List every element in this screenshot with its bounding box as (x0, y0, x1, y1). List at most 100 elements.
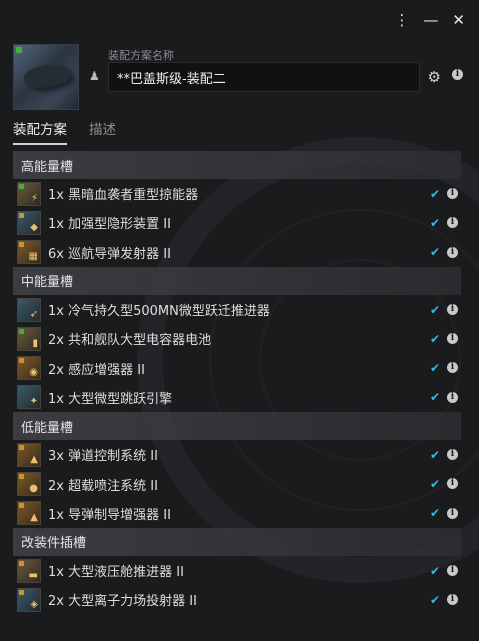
module-label: 1x 大型微型跳跃引擎 (48, 391, 173, 407)
module-icon: ▲ (17, 442, 41, 467)
fitting-name-label: 装配方案名称 (108, 49, 174, 62)
module-label: 1x 加强型隐形装置 II (48, 217, 171, 233)
info-icon[interactable]: i (447, 362, 458, 374)
tech-badge (19, 212, 24, 218)
tech-badge (19, 444, 24, 450)
module-row[interactable]: ● 2x 超载喷注系统 II ✔ i (13, 469, 461, 498)
module-icon: ➶ (17, 297, 41, 322)
module-glyph: ◉ (29, 367, 38, 379)
tech-badge (19, 503, 24, 509)
module-glyph: ▮ (32, 337, 38, 349)
check-icon: ✔ (429, 447, 440, 462)
info-icon[interactable]: i (452, 69, 463, 80)
check-icon: ✔ (429, 331, 440, 346)
module-row[interactable]: ⚡ 1x 黑暗血袭者重型掠能器 ✔ i (13, 179, 461, 208)
module-icon: ⚡ (17, 181, 41, 206)
info-icon[interactable]: i (447, 217, 458, 229)
module-row[interactable]: ➶ 1x 冷气持久型500MN微型跃迁推进器 ✔ i (13, 295, 461, 324)
module-label: 2x 大型离子力场投射器 II (48, 594, 197, 610)
info-icon[interactable]: i (447, 391, 458, 403)
gear-icon[interactable]: ⚙ (428, 68, 441, 86)
module-glyph: ▲ (30, 453, 38, 465)
module-glyph: ▲ (30, 512, 38, 524)
tech-badge (19, 183, 24, 189)
module-glyph: ✦ (29, 396, 38, 408)
module-label: 1x 黑暗血袭者重型掠能器 (48, 188, 199, 204)
module-row[interactable]: ▲ 1x 导弹制导增强器 II ✔ i (13, 499, 461, 528)
check-icon: ✔ (429, 215, 440, 230)
info-icon[interactable]: i (447, 478, 458, 490)
tech-badge (19, 589, 24, 595)
module-label: 1x 大型液压舱推进器 II (48, 565, 184, 581)
check-icon: ✔ (429, 186, 440, 201)
ship-tech-tag (16, 47, 22, 53)
check-icon: ✔ (429, 302, 440, 317)
info-icon[interactable]: i (447, 303, 458, 315)
module-glyph: ➶ (29, 308, 38, 320)
tech-badge (19, 474, 24, 480)
module-icon: ● (17, 472, 41, 497)
module-icon: ▦ (17, 240, 41, 265)
section-high-slots: 高能量槽 (13, 151, 461, 179)
module-row[interactable]: ▮ 2x 共和舰队大型电容器电池 ✔ i (13, 324, 461, 353)
module-icon: ▮ (17, 326, 41, 351)
module-row[interactable]: ✦ 1x 大型微型跳跃引擎 ✔ i (13, 383, 461, 412)
module-label: 2x 感应增强器 II (48, 362, 145, 378)
tech-badge (19, 358, 24, 364)
module-label: 6x 巡航导弹发射器 II (48, 246, 171, 262)
module-icon: ▬ (17, 558, 41, 583)
module-row[interactable]: ▦ 6x 巡航导弹发射器 II ✔ i (13, 238, 461, 267)
module-icon: ✦ (17, 385, 41, 410)
ship-thumbnail[interactable] (13, 44, 79, 110)
info-icon[interactable]: i (447, 333, 458, 345)
check-icon: ✔ (429, 361, 440, 376)
module-glyph: ⚡ (30, 192, 38, 204)
module-list: 高能量槽 ⚡ 1x 黑暗血袭者重型掠能器 ✔ i ◆ 1x 加强型隐形装置 II… (13, 151, 461, 615)
tech-badge (19, 242, 24, 248)
module-label: 1x 导弹制导增强器 II (48, 507, 171, 523)
fitting-name-field[interactable]: **巴盖斯级-装配二 (108, 62, 420, 92)
check-icon: ✔ (429, 563, 440, 578)
section-low-slots: 低能量槽 (13, 412, 461, 441)
check-icon: ✔ (429, 245, 440, 260)
check-icon: ✔ (429, 506, 440, 521)
module-row[interactable]: ◆ 1x 加强型隐形装置 II ✔ i (13, 208, 461, 237)
tab-description[interactable]: 描述 (89, 118, 116, 145)
module-glyph: ◆ (30, 221, 38, 233)
module-label: 1x 冷气持久型500MN微型跃迁推进器 (48, 304, 270, 320)
minimize-icon[interactable]: — (423, 10, 438, 30)
close-icon[interactable]: ✕ (452, 10, 465, 30)
module-icon: ◉ (17, 356, 41, 381)
module-row[interactable]: ▬ 1x 大型液压舱推进器 II ✔ i (13, 556, 461, 585)
module-icon: ◈ (17, 587, 41, 612)
module-label: 3x 弹道控制系统 II (48, 449, 158, 465)
tech-badge (19, 328, 24, 334)
section-rig-slots: 改装件插槽 (13, 527, 461, 556)
info-icon[interactable]: i (447, 564, 458, 576)
module-row[interactable]: ◉ 2x 感应增强器 II ✔ i (13, 353, 461, 382)
module-glyph: ◈ (30, 598, 38, 610)
module-glyph: ● (29, 483, 38, 495)
person-icon: ♟ (89, 69, 100, 83)
more-vertical-icon[interactable]: ⋮ (394, 10, 409, 30)
module-row[interactable]: ◈ 2x 大型离子力场投射器 II ✔ i (13, 585, 461, 614)
fitting-header: 装配方案名称 ♟ **巴盖斯级-装配二 ⚙ i (13, 44, 465, 110)
info-icon[interactable]: i (447, 188, 458, 199)
fitting-name-value: **巴盖斯级-装配二 (117, 71, 226, 87)
section-mid-slots: 中能量槽 (13, 266, 461, 295)
info-icon[interactable]: i (447, 449, 458, 461)
info-icon[interactable]: i (447, 246, 458, 258)
module-icon: ▲ (17, 501, 41, 526)
check-icon: ✔ (429, 477, 440, 492)
module-icon: ◆ (17, 210, 41, 235)
ship-silhouette (22, 60, 72, 92)
module-row[interactable]: ▲ 3x 弹道控制系统 II ✔ i (13, 440, 461, 469)
tab-fitting[interactable]: 装配方案 (13, 118, 67, 145)
tech-badge (19, 560, 24, 566)
check-icon: ✔ (429, 592, 440, 607)
fitting-tabs: 装配方案 描述 (13, 118, 116, 145)
info-icon[interactable]: i (447, 594, 458, 606)
module-label: 2x 超载喷注系统 II (48, 478, 158, 494)
module-label: 2x 共和舰队大型电容器电池 (48, 333, 212, 349)
info-icon[interactable]: i (447, 507, 458, 519)
